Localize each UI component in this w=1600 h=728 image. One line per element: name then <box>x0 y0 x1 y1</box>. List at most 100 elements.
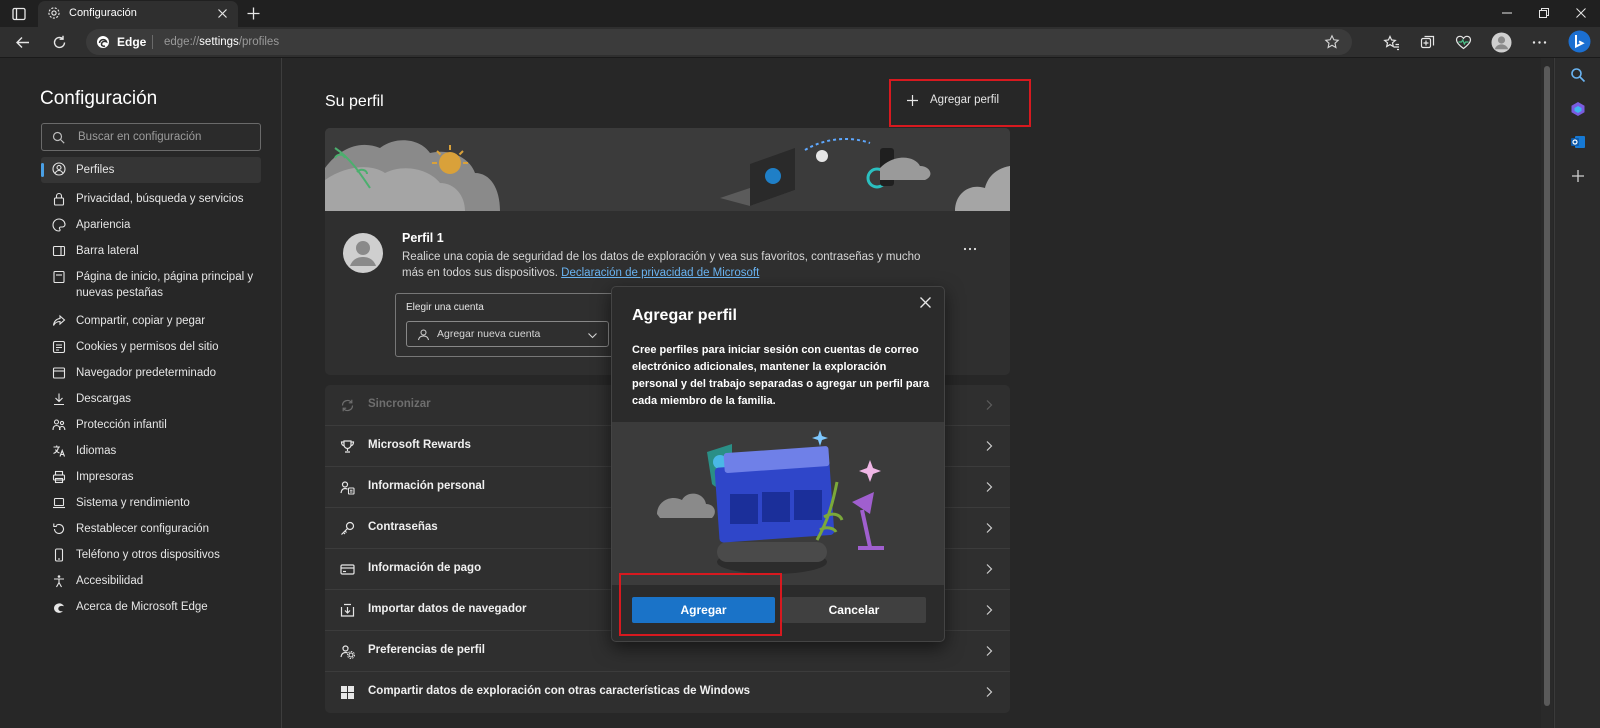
account-chooser-label: Elegir una cuenta <box>406 302 484 313</box>
nav-item-proteccion-infantil[interactable]: Protección infantil <box>41 417 261 435</box>
restore-icon[interactable] <box>1537 6 1551 20</box>
tab-actions-icon[interactable] <box>11 6 27 22</box>
nav-item-privacidad[interactable]: Privacidad, búsqueda y servicios <box>41 191 261 209</box>
reset-icon <box>53 523 65 534</box>
highlight-add-profile <box>889 79 1031 127</box>
back-arrow-icon[interactable] <box>14 34 31 51</box>
nav-item-sistema[interactable]: Sistema y rendimiento <box>41 495 261 513</box>
phone-icon <box>54 548 64 562</box>
chevron-right-icon <box>986 441 993 451</box>
chevron-right-icon <box>986 400 993 410</box>
privacy-link[interactable]: Declaración de privacidad de Microsoft <box>561 267 759 279</box>
favorite-star-icon[interactable] <box>1324 34 1340 50</box>
profile-avatar <box>343 233 383 273</box>
nav-item-impresoras[interactable]: Impresoras <box>41 469 261 487</box>
nav-item-barra-lateral[interactable]: Barra lateral <box>41 243 261 261</box>
refresh-icon[interactable] <box>51 34 68 51</box>
bing-copilot-icon[interactable] <box>1568 30 1591 53</box>
sidebar-icon <box>52 245 66 257</box>
nav-item-acerca-de[interactable]: Acerca de Microsoft Edge <box>41 599 261 617</box>
windows-icon <box>341 686 354 699</box>
new-tab-icon[interactable] <box>246 6 261 21</box>
language-icon <box>53 445 66 457</box>
nav-item-cookies[interactable]: Cookies y permisos del sitio <box>41 339 261 357</box>
chevron-right-icon <box>986 523 993 533</box>
address-url: edge://settings/profiles <box>164 36 280 48</box>
gear-icon <box>48 7 60 19</box>
profile-banner-illustration <box>325 128 1010 211</box>
chevron-right-icon <box>986 646 993 656</box>
printer-icon <box>52 470 66 484</box>
tab-title: Configuración <box>69 7 137 19</box>
account-chooser: Elegir una cuenta Agregar nueva cuenta <box>395 293 625 357</box>
scroll-thumb[interactable] <box>1544 66 1550 706</box>
add-sidebar-app-icon[interactable] <box>1570 168 1586 184</box>
nav-item-idiomas[interactable]: Idiomas <box>41 443 261 461</box>
edge-logo-icon <box>97 36 109 48</box>
accessibility-icon <box>54 575 64 588</box>
settings-search-input[interactable] <box>78 128 253 146</box>
search-icon <box>52 131 65 144</box>
lock-icon <box>53 192 65 206</box>
profile-description: Realice una copia de seguridad de los da… <box>402 251 921 279</box>
close-dialog-icon[interactable] <box>919 296 932 309</box>
collections-icon[interactable] <box>1419 34 1436 51</box>
health-heart-icon[interactable] <box>1455 34 1472 51</box>
palette-icon <box>52 218 66 232</box>
dialog-illustration <box>612 422 944 585</box>
nav-item-perfiles[interactable]: Perfiles <box>41 157 261 183</box>
minimize-icon[interactable] <box>1500 6 1514 20</box>
address-bar[interactable]: Edge edge://settings/profiles <box>86 29 1352 55</box>
more-options-icon[interactable] <box>962 241 978 257</box>
settings-title: Configuración <box>40 88 158 109</box>
home-icon <box>53 270 65 284</box>
dialog-description: Cree perfiles para iniciar sesión con cu… <box>632 344 930 407</box>
outlook-icon[interactable] <box>1570 134 1586 150</box>
tab-configuracion[interactable]: Configuración <box>38 1 238 27</box>
chevron-down-icon <box>588 333 597 339</box>
close-window-icon[interactable] <box>1574 6 1588 20</box>
profile-icon <box>52 162 66 176</box>
nav-item-descargas[interactable]: Descargas <box>41 391 261 409</box>
chevron-right-icon <box>986 482 993 492</box>
highlight-agregar-button <box>619 573 782 636</box>
page-scrollbar[interactable] <box>1541 58 1553 728</box>
laptop-icon <box>53 497 65 509</box>
avatar-icon[interactable] <box>1491 32 1512 53</box>
nav-item-restablecer[interactable]: Restablecer configuración <box>41 521 261 539</box>
cookie-icon <box>52 340 66 354</box>
family-icon <box>52 419 66 431</box>
import-icon <box>340 603 355 617</box>
trophy-icon <box>340 440 355 453</box>
sidebar-search-icon[interactable] <box>1570 67 1586 83</box>
page-title: Su perfil <box>325 93 384 110</box>
browser-toolbar: Edge edge://settings/profiles <box>0 27 1600 58</box>
chevron-right-icon <box>986 564 993 574</box>
person-card-icon <box>340 481 355 495</box>
row-compartir-datos-windows[interactable]: Compartir datos de exploración con otras… <box>325 672 1010 713</box>
edge-sidebar <box>1554 58 1600 728</box>
address-divider <box>152 35 153 49</box>
nav-item-compartir[interactable]: Compartir, copiar y pegar <box>41 313 261 331</box>
favorites-icon[interactable] <box>1383 34 1400 51</box>
settings-navigation: Configuración Perfiles Privacidad, búsqu… <box>0 58 282 728</box>
cancelar-button[interactable]: Cancelar <box>782 597 926 623</box>
person-icon <box>418 329 429 341</box>
nav-item-apariencia[interactable]: Apariencia <box>41 217 261 235</box>
sync-icon <box>341 399 354 412</box>
nav-item-telefono[interactable]: Teléfono y otros dispositivos <box>41 547 261 565</box>
close-tab-icon[interactable] <box>217 8 228 19</box>
download-icon <box>54 393 64 406</box>
title-bar: Configuración <box>0 0 1600 27</box>
share-icon <box>52 314 66 326</box>
copilot-icon[interactable] <box>1570 101 1586 117</box>
nav-item-navegador[interactable]: Navegador predeterminado <box>41 365 261 383</box>
settings-search-box[interactable] <box>41 123 261 151</box>
account-select[interactable]: Agregar nueva cuenta <box>406 321 609 347</box>
more-menu-icon[interactable] <box>1531 34 1548 51</box>
nav-item-pagina-inicio[interactable]: Página de inicio, página principal y nue… <box>41 269 261 303</box>
edge-logo-icon <box>54 603 64 613</box>
browser-icon <box>52 367 66 379</box>
dialog-title: Agregar perfil <box>632 307 737 324</box>
nav-item-accesibilidad[interactable]: Accesibilidad <box>41 573 261 591</box>
